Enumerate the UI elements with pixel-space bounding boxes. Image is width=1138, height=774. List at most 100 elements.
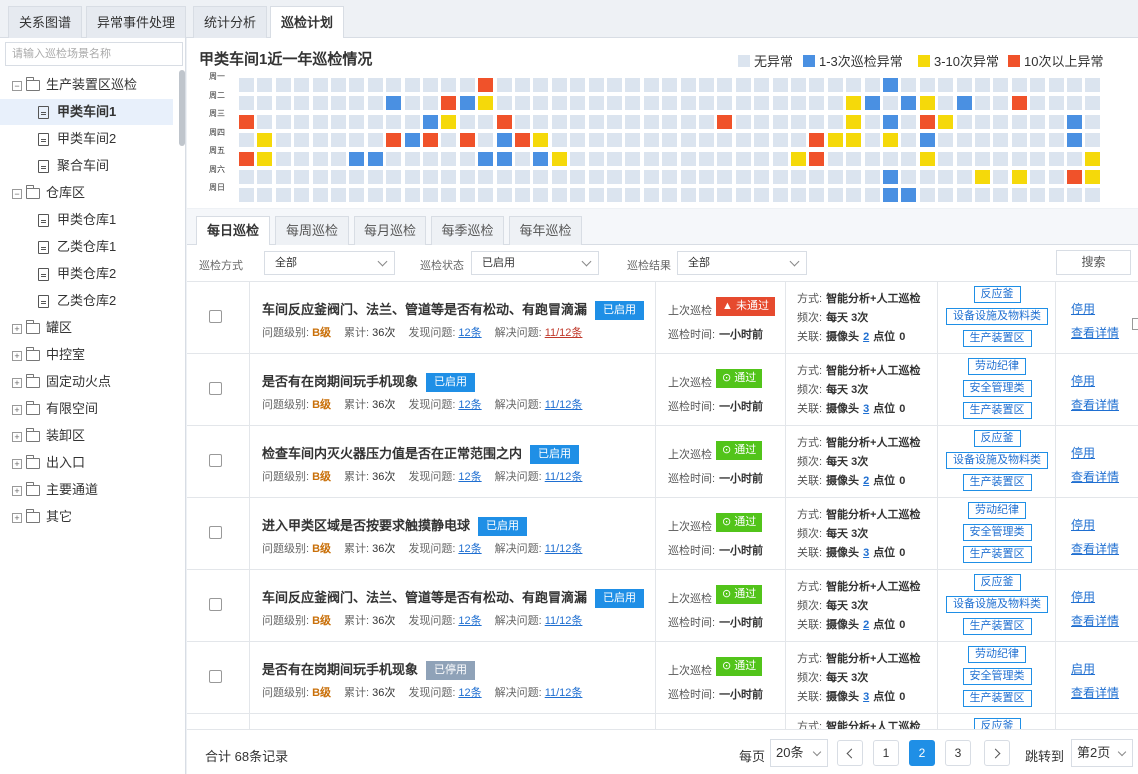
tree-node[interactable]: + 其它 (12, 504, 72, 530)
view-details-link[interactable]: 查看详情 (1071, 684, 1119, 701)
expand-toggle-icon[interactable]: + (12, 377, 22, 388)
tree-node[interactable]: + 中控室 (12, 342, 85, 368)
page-2-button[interactable]: 2 (909, 740, 935, 766)
tree-node[interactable]: 乙类仓库1 (0, 234, 116, 260)
disable-button[interactable]: 停用 (1071, 372, 1095, 389)
expand-toggle-icon[interactable]: + (12, 485, 22, 496)
tree-node[interactable]: + 罐区 (12, 315, 72, 341)
column-divider (937, 498, 938, 570)
resolved-label: 解决问题: (494, 399, 542, 411)
camera-count-link[interactable]: 3 (863, 547, 869, 559)
tab-yearly[interactable]: 每年巡检 (509, 216, 582, 245)
tree-node[interactable]: + 装卸区 (12, 423, 85, 449)
row-checkbox[interactable] (209, 310, 222, 323)
tree-node[interactable]: + 出入口 (12, 450, 85, 476)
jump-page-select[interactable]: 第2页 (1071, 739, 1133, 767)
total-records: 合计 68条记录 (205, 749, 289, 764)
tree-node[interactable]: 聚合车间 (0, 153, 109, 179)
per-page-select[interactable]: 20条 (770, 739, 828, 767)
expand-toggle-icon[interactable]: + (12, 512, 22, 523)
method-select[interactable]: 全部 (264, 251, 395, 275)
camera-count-link[interactable]: 3 (863, 403, 869, 415)
tab-relation-graph[interactable]: 关系图谱 (8, 6, 82, 38)
heatmap-title: 甲类车间1近一年巡检情况 (199, 51, 373, 68)
view-details-link[interactable]: 查看详情 (1071, 324, 1119, 341)
heatmap-cell (956, 96, 972, 111)
prev-page-button[interactable] (837, 740, 863, 766)
tab-weekly[interactable]: 每周巡检 (275, 216, 349, 245)
expand-toggle-icon[interactable]: + (12, 404, 22, 415)
inspection-heatmap-panel: 甲类车间1近一年巡检情况 无异常 1-3次巡检异常 3-10次异常 10次以上异常 周… (187, 38, 1138, 208)
tree-node[interactable]: − 仓库区 (12, 180, 85, 206)
search-button[interactable]: 搜索 (1056, 250, 1131, 275)
sidebar-scrollbar[interactable] (179, 70, 185, 146)
tab-monthly[interactable]: 每月巡检 (354, 216, 426, 245)
view-details-link[interactable]: 查看详情 (1071, 396, 1119, 413)
tree-node[interactable]: + 有限空间 (12, 396, 98, 422)
collapse-toggle-icon[interactable]: − (12, 188, 22, 199)
view-details-link[interactable]: 查看详情 (1071, 612, 1119, 629)
disable-button[interactable]: 停用 (1071, 588, 1095, 605)
enable-button[interactable]: 启用 (1071, 660, 1095, 677)
expand-toggle-icon[interactable]: + (12, 350, 22, 361)
tab-statistics[interactable]: 统计分析 (193, 6, 267, 38)
column-divider (1055, 426, 1056, 498)
tree-node[interactable]: 甲类仓库1 (0, 207, 116, 233)
row-checkbox[interactable] (209, 454, 222, 467)
resolved-link[interactable]: 11/12条 (545, 615, 583, 627)
scene-search-input[interactable] (5, 42, 183, 66)
status-select[interactable]: 已启用 (471, 251, 599, 275)
category-tag: 设备设施及物料类 (946, 596, 1048, 613)
camera-count-link[interactable]: 2 (863, 475, 869, 487)
row-checkbox[interactable] (209, 526, 222, 539)
result-select[interactable]: 全部 (677, 251, 807, 275)
camera-count-link[interactable]: 2 (863, 619, 869, 631)
view-details-link[interactable]: 查看详情 (1071, 468, 1119, 485)
next-page-button[interactable] (984, 740, 1010, 766)
row-checkbox[interactable] (209, 598, 222, 611)
found-link[interactable]: 12条 (458, 327, 481, 339)
resolved-link[interactable]: 11/12条 (545, 471, 583, 483)
found-link[interactable]: 12条 (458, 543, 481, 555)
page-3-button[interactable]: 3 (945, 740, 971, 766)
tree-node[interactable]: − 生产装置区巡检 (12, 72, 137, 98)
resolved-link[interactable]: 11/12条 (545, 327, 583, 339)
tree-node[interactable]: 乙类仓库2 (0, 288, 116, 314)
collapse-toggle-icon[interactable]: − (12, 80, 22, 91)
disable-button[interactable]: 停用 (1071, 300, 1095, 317)
heatmap-cell (1067, 78, 1082, 92)
tree-node[interactable]: 甲类车间2 (0, 126, 116, 152)
resolved-link[interactable]: 11/12条 (545, 687, 583, 699)
resolved-link[interactable]: 11/12条 (545, 543, 583, 555)
heatmap-cell (643, 188, 659, 203)
tab-daily[interactable]: 每日巡检 (196, 216, 270, 245)
disable-button[interactable]: 停用 (1071, 516, 1095, 533)
tab-quarterly[interactable]: 每季巡检 (431, 216, 504, 245)
disable-button[interactable]: 停用 (1071, 444, 1095, 461)
found-link[interactable]: 12条 (458, 399, 481, 411)
method-label: 方式: (797, 581, 823, 593)
inspection-question: 是否有在岗期间玩手机现象 已启用 (262, 371, 476, 392)
tree-node[interactable]: 甲类车间1 (0, 99, 173, 125)
row-checkbox[interactable] (209, 670, 222, 683)
tree-node[interactable]: + 固定动火点 (12, 369, 111, 395)
expand-toggle-icon[interactable]: + (12, 458, 22, 469)
row-checkbox[interactable] (209, 382, 222, 395)
tab-inspection-plan[interactable]: 巡检计划 (270, 6, 344, 38)
tree-node[interactable]: + 主要通道 (12, 477, 98, 503)
tree-node[interactable]: 甲类仓库2 (0, 261, 116, 287)
row-side-checkbox[interactable] (1132, 318, 1138, 330)
expand-toggle-icon[interactable]: + (12, 323, 22, 334)
found-link[interactable]: 12条 (458, 615, 481, 627)
tab-abnormal-events[interactable]: 异常事件处理 (86, 6, 186, 38)
camera-count-link[interactable]: 2 (863, 331, 869, 343)
expand-toggle-icon[interactable]: + (12, 431, 22, 442)
found-link[interactable]: 12条 (458, 687, 481, 699)
camera-count-link[interactable]: 3 (863, 691, 869, 703)
column-divider (655, 426, 656, 498)
heatmap-cell (257, 114, 273, 129)
resolved-link[interactable]: 11/12条 (545, 399, 583, 411)
page-1-button[interactable]: 1 (873, 740, 899, 766)
found-link[interactable]: 12条 (458, 471, 481, 483)
view-details-link[interactable]: 查看详情 (1071, 540, 1119, 557)
